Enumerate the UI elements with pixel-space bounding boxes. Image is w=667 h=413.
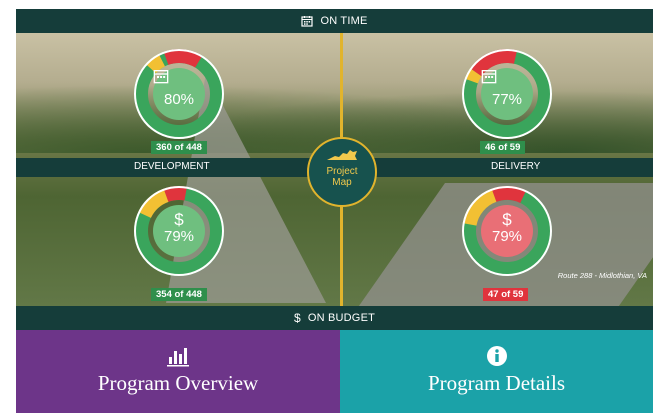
- development-label: DEVELOPMENT: [134, 161, 210, 172]
- info-icon: [340, 345, 653, 367]
- dollar-icon: $: [293, 311, 301, 325]
- program-overview-label: Program Overview: [97, 371, 259, 395]
- calendar-icon: [153, 70, 205, 91]
- gauge-percent: 80%: [163, 91, 195, 108]
- project-map-button[interactable]: Project Map: [307, 137, 377, 207]
- development-on-budget-count: 354 of 448: [151, 288, 207, 301]
- gauge-percent: 77%: [491, 91, 523, 108]
- on-budget-title: ON BUDGET: [307, 312, 376, 324]
- project-map-line1: Project: [326, 166, 358, 177]
- program-details-button[interactable]: Program Details: [340, 330, 653, 413]
- calendar-icon: [301, 15, 314, 27]
- program-overview-button[interactable]: Program Overview: [16, 330, 340, 413]
- development-on-budget-gauge[interactable]: $ 79%: [134, 186, 224, 276]
- calendar-icon: [481, 70, 533, 91]
- delivery-label: DELIVERY: [491, 161, 541, 172]
- dashboard-frame: ON TIME DEVELOPMENT DELIVERY 80% 360 of …: [16, 9, 653, 413]
- program-details-label: Program Details: [427, 371, 566, 395]
- development-on-time-count: 360 of 448: [151, 141, 207, 154]
- dollar-icon: $: [174, 210, 184, 229]
- gauge-percent: 79%: [491, 228, 523, 245]
- delivery-on-budget-count: 47 of 59: [483, 288, 529, 301]
- on-time-title: ON TIME: [320, 15, 368, 27]
- dashboard: ON TIME DEVELOPMENT DELIVERY 80% 360 of …: [0, 0, 667, 413]
- delivery-on-time-count: 46 of 59: [480, 141, 526, 154]
- delivery-on-time-gauge[interactable]: 77%: [462, 49, 552, 139]
- photo-caption: Route 288 - Midlothian, VA: [557, 271, 647, 280]
- virginia-state-icon: [309, 148, 375, 165]
- on-time-header: ON TIME: [16, 9, 653, 33]
- bar-chart-icon: [16, 345, 340, 367]
- development-on-time-gauge[interactable]: 80%: [134, 49, 224, 139]
- on-budget-header: $ ON BUDGET: [16, 306, 653, 330]
- dollar-icon: $: [502, 210, 512, 229]
- delivery-on-budget-gauge[interactable]: $ 79%: [462, 186, 552, 276]
- project-map-line2: Map: [332, 177, 352, 188]
- gauge-percent: 79%: [163, 228, 195, 245]
